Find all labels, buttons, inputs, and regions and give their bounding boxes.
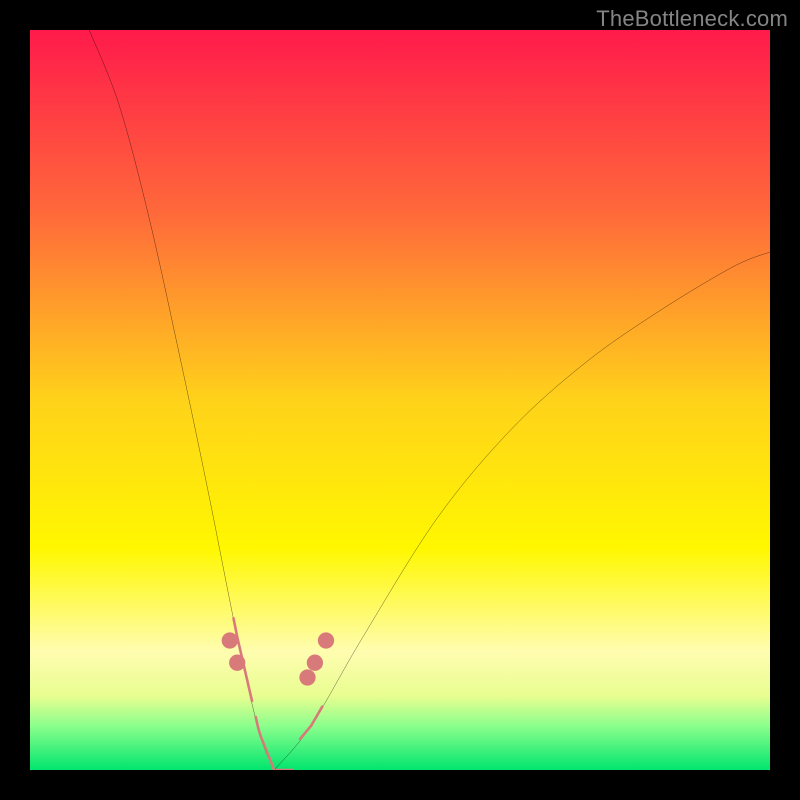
- highlight-dot: [318, 632, 334, 648]
- chart-container: TheBottleneck.com: [0, 0, 800, 800]
- highlight-dot: [222, 632, 238, 648]
- watermark-text: TheBottleneck.com: [596, 6, 788, 32]
- highlight-segment: [300, 707, 322, 739]
- bottom-highlight-strokes: [234, 618, 323, 770]
- highlight-dot: [229, 655, 245, 671]
- highlight-dot: [307, 655, 323, 671]
- highlight-dot: [299, 669, 315, 685]
- marker-layer: [30, 30, 770, 770]
- plot-area: [30, 30, 770, 770]
- highlight-segment: [256, 717, 293, 770]
